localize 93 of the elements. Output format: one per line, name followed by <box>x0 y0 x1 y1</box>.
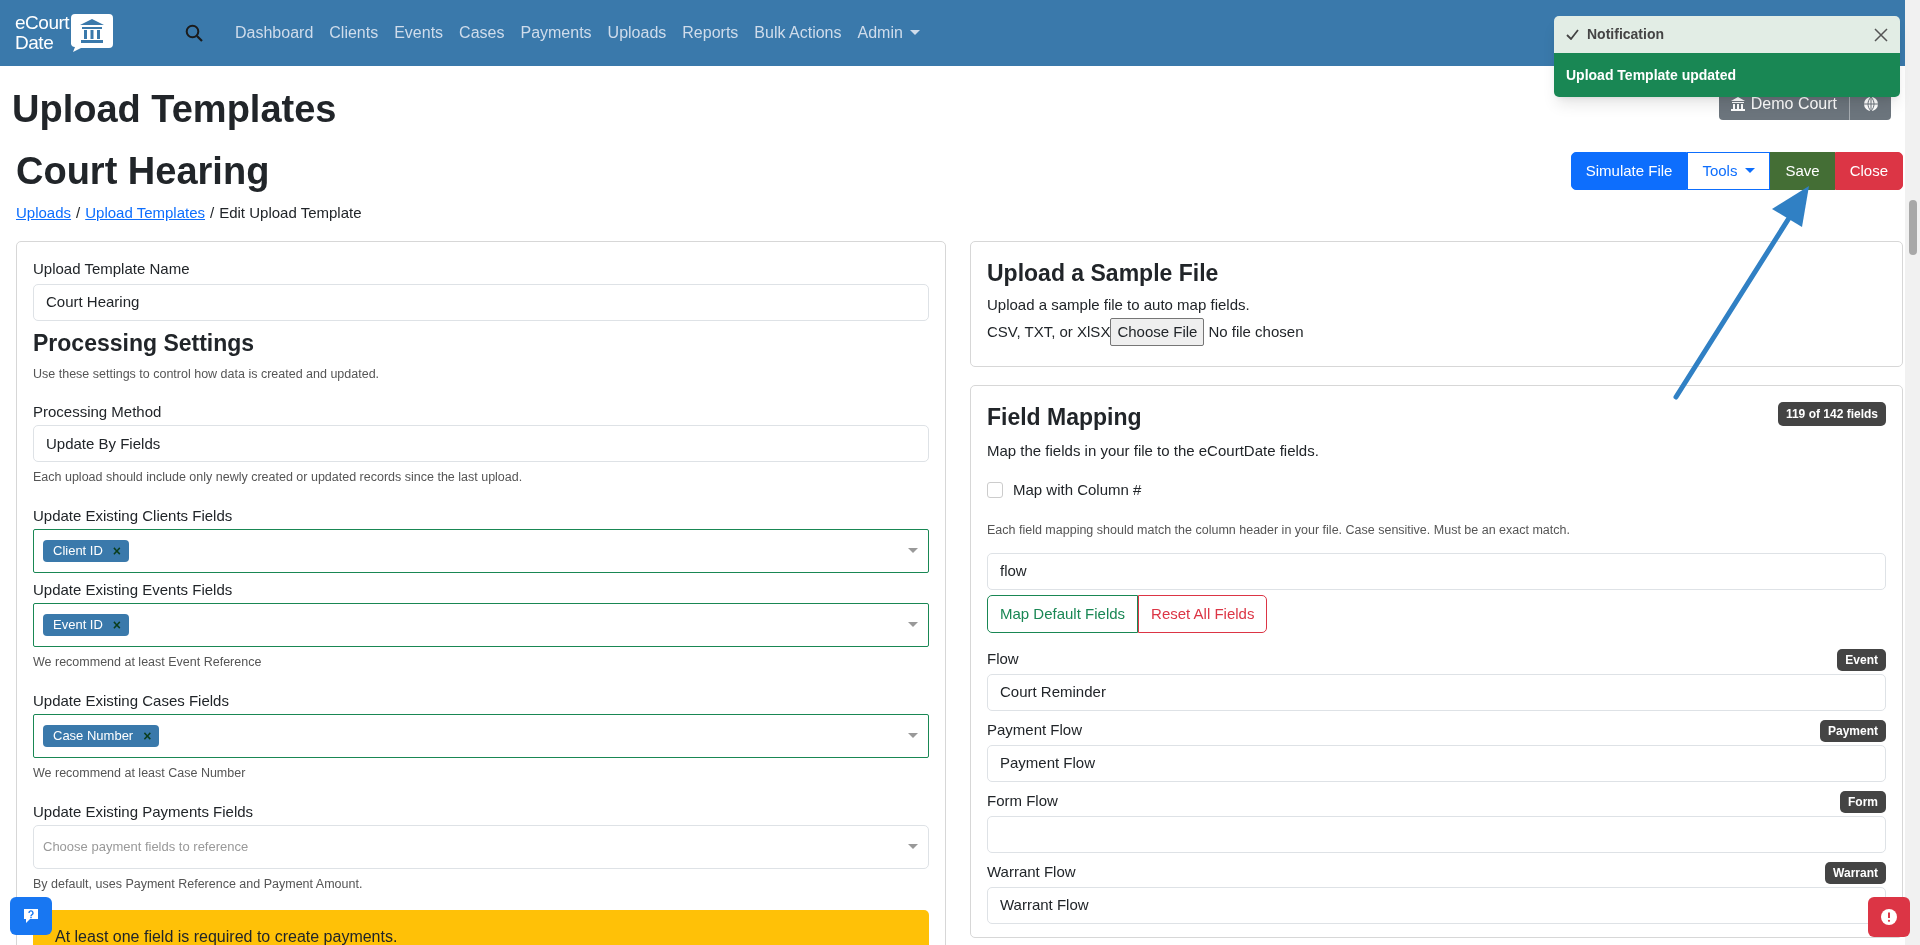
nav-link[interactable]: Bulk Actions <box>754 21 842 45</box>
input-field[interactable]: Court Hearing <box>33 283 929 321</box>
field-label: Warrant Flow <box>987 862 1076 883</box>
breadcrumb-separator: / <box>76 203 81 223</box>
placeholder-text: Choose payment fields to reference <box>43 837 249 856</box>
multiselect-field[interactable]: Client ID × <box>33 529 929 573</box>
nav-link[interactable]: Uploads <box>607 21 667 45</box>
checkbox-label: Map with Column # <box>1013 479 1142 500</box>
select-field[interactable]: Update By Fields <box>33 425 929 463</box>
card-title: Field Mapping <box>987 403 1142 432</box>
field-count: 119 of 142 fields <box>1777 402 1886 426</box>
help-text: Use these settings to control how data is created and updated. <box>33 365 381 383</box>
tools-button[interactable]: Tools <box>1687 152 1771 190</box>
search-field[interactable]: flow <box>987 552 1886 590</box>
warning-alert: At least one field is required to create payments. <box>33 910 929 945</box>
field-label: Upload Template Name <box>33 258 191 279</box>
save-button[interactable]: Save <box>1770 152 1835 190</box>
input-field[interactable]: Court Reminder <box>987 673 1886 711</box>
nav-link[interactable]: Clients <box>329 21 379 45</box>
input-field[interactable]: Warrant Flow <box>987 886 1886 924</box>
caret-icon <box>908 548 918 554</box>
reset-button[interactable]: Reset All Fields <box>1138 594 1268 633</box>
breadcrumb-link[interactable]: Uploads <box>16 202 72 225</box>
remove-icon[interactable]: × <box>112 544 122 558</box>
accepted-types: CSV, TXT, or XlSX <box>987 321 1111 342</box>
choose-file-button[interactable]: Choose File <box>1110 318 1205 346</box>
search-icon[interactable] <box>185 24 203 42</box>
alert-button[interactable] <box>1868 897 1910 937</box>
type-badge: Warrant <box>1825 861 1886 884</box>
nav-link[interactable]: Payments <box>520 21 592 45</box>
card-text: Map the fields in your file to the eCourtDate fields. <box>987 441 1320 461</box>
nav-link[interactable]: Cases <box>459 21 505 45</box>
help-button[interactable] <box>10 897 52 935</box>
multiselect-field[interactable]: Case Number × <box>33 713 929 758</box>
file-status: No file chosen <box>1208 321 1304 342</box>
remove-icon[interactable]: × <box>112 618 122 632</box>
help-text: Each upload should include only newly created or updated records since the last upload. <box>33 469 524 487</box>
multiselect-field[interactable]: Choose payment fields to reference <box>33 824 929 869</box>
toast-message: Upload Template updated <box>1566 65 1737 85</box>
caret-icon <box>909 30 920 36</box>
breadcrumb-current: Edit Upload Template <box>219 203 362 223</box>
template-title: Court Hearing <box>16 149 270 194</box>
nav-link[interactable]: Events <box>394 21 444 45</box>
caret-icon <box>908 622 918 628</box>
field-label: Form Flow <box>987 791 1058 812</box>
type-badge: Form <box>1840 790 1886 813</box>
checkbox[interactable] <box>987 481 1003 498</box>
multiselect-field[interactable]: Event ID × <box>33 603 929 647</box>
logo[interactable]: eCourt Date <box>15 13 130 53</box>
caret-icon <box>1745 168 1756 174</box>
courthouse-icon <box>1730 97 1745 111</box>
field-label: Update Existing Payments Fields <box>33 801 255 822</box>
close-button[interactable]: Close <box>1834 152 1903 190</box>
input-field[interactable]: Payment Flow <box>987 744 1886 782</box>
section-heading: Processing Settings <box>33 328 256 358</box>
caret-icon <box>908 843 918 850</box>
selected-tag[interactable]: Client ID × <box>43 540 130 562</box>
breadcrumb-separator: / <box>210 203 215 223</box>
selected-tag[interactable]: Case Number × <box>43 724 160 747</box>
simulate-button[interactable]: Simulate File <box>1570 152 1688 190</box>
help-text: Each field mapping should match the column header in your file. Case sensitive. Must be an exact match. <box>987 522 1571 539</box>
type-badge: Payment <box>1819 719 1886 742</box>
nav-link[interactable]: Admin <box>857 21 920 45</box>
help-text: We recommend at least Event Reference <box>33 654 263 671</box>
field-label: Processing Method <box>33 402 163 423</box>
field-label: Update Existing Events Fields <box>33 580 234 600</box>
scrollbar-thumb[interactable] <box>1908 200 1917 255</box>
nav-link[interactable]: Dashboard <box>235 21 314 45</box>
checkmark-icon <box>1566 29 1579 40</box>
field-label: Update Existing Cases Fields <box>33 690 230 711</box>
help-icon <box>23 908 39 924</box>
card-text: Upload a sample file to auto map fields. <box>987 294 1251 315</box>
help-text: By default, uses Payment Reference and Payment Amount. <box>33 875 364 893</box>
breadcrumb-link[interactable]: Upload Templates <box>85 202 205 225</box>
globe-icon <box>1862 96 1879 112</box>
scrollbar[interactable] <box>1905 0 1920 945</box>
nav-link[interactable]: Reports <box>682 21 739 45</box>
field-label: Flow <box>987 649 1019 670</box>
type-badge: Event <box>1837 648 1886 671</box>
field-label: Payment Flow <box>987 720 1083 741</box>
remove-icon[interactable]: × <box>143 728 152 743</box>
courthouse-icon <box>71 14 114 52</box>
map-default-button[interactable]: Map Default Fields <box>987 594 1139 633</box>
close-icon[interactable] <box>1874 27 1888 42</box>
caret-icon <box>908 732 918 739</box>
toast-title: Notification <box>1587 25 1664 44</box>
input-field[interactable] <box>987 815 1886 853</box>
page-title: Upload Templates <box>12 87 337 132</box>
field-label: Update Existing Clients Fields <box>33 506 234 526</box>
help-text: We recommend at least Case Number <box>33 764 247 782</box>
selected-tag[interactable]: Event ID × <box>43 614 130 636</box>
card-title: Upload a Sample File <box>987 258 1220 288</box>
exclamation-icon <box>1881 909 1897 925</box>
